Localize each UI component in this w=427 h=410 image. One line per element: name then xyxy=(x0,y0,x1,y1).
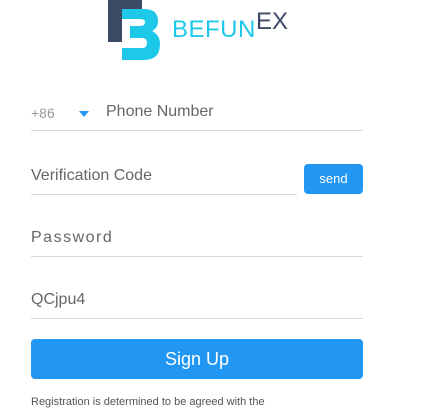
password-input[interactable]: Password xyxy=(31,228,113,248)
send-code-button[interactable]: send xyxy=(304,164,363,194)
chevron-down-icon[interactable] xyxy=(79,111,89,117)
country-code-selector[interactable]: +86 xyxy=(31,104,55,122)
befun-logo-icon xyxy=(108,0,160,60)
phone-input[interactable]: Phone Number xyxy=(106,102,214,122)
phone-field[interactable]: +86 Phone Number xyxy=(31,96,363,131)
sign-up-button[interactable]: Sign Up xyxy=(31,339,363,379)
captcha-field[interactable]: QCjpu4 xyxy=(31,284,363,319)
brand-suffix: EX xyxy=(256,8,289,35)
brand-logo: BEFUN EX xyxy=(108,0,298,62)
brand-name: BEFUN xyxy=(172,16,256,43)
verification-field[interactable]: Verification Code xyxy=(31,160,297,195)
password-field[interactable]: Password xyxy=(31,222,363,257)
captcha-input[interactable]: QCjpu4 xyxy=(31,290,85,310)
terms-text: Registration is determined to be agreed … xyxy=(31,396,265,408)
verification-code-input[interactable]: Verification Code xyxy=(31,166,152,186)
